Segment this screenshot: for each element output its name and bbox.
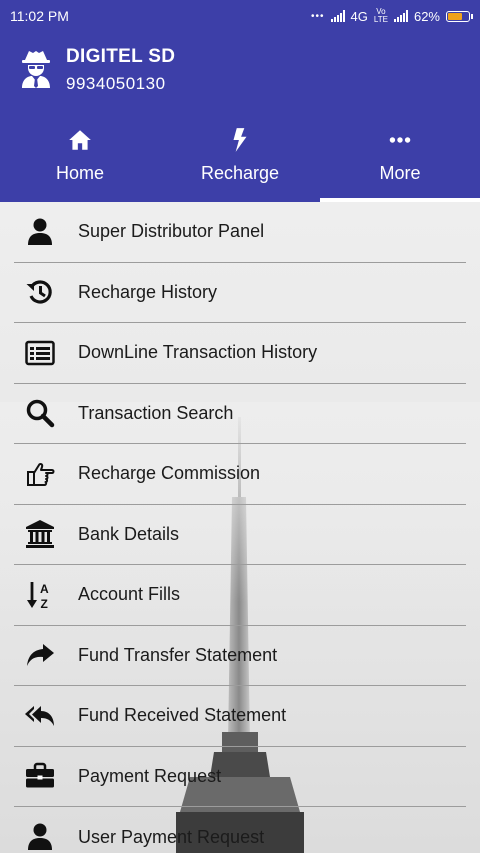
menu-item-label: Fund Received Statement [78, 705, 287, 726]
menu-item-bank-details[interactable]: Bank Details [14, 505, 466, 565]
menu-item-label: Payment Request [78, 765, 222, 786]
svg-text:A: A [40, 582, 49, 596]
search-icon [24, 397, 56, 429]
battery-percent: 62% [413, 8, 440, 24]
menu-item-recharge-commission[interactable]: Recharge Commission [14, 444, 466, 505]
list-alt-icon [24, 337, 56, 369]
signal-icon-2 [393, 10, 408, 22]
lightning-icon [233, 128, 247, 152]
tab-recharge-label: Recharge [200, 163, 280, 183]
tab-more[interactable]: More [320, 120, 480, 202]
battery-icon [446, 10, 473, 22]
bank-icon [24, 518, 56, 550]
menu-item-label: Recharge History [78, 281, 218, 302]
dots-icon: ••• [311, 10, 325, 22]
tab-home[interactable]: Home [0, 120, 160, 202]
menu-item-payment-request[interactable]: Payment Request [14, 747, 466, 807]
tab-home-label: Home [55, 163, 104, 183]
status-indicators: ••• 4G Vo LTE 62% [311, 7, 473, 24]
hand-point-right-icon [24, 458, 56, 490]
menu-item-label: User Payment Request [78, 826, 265, 847]
tab-bar: Home Recharge More [0, 120, 480, 202]
menu-item-label: Account Fills [78, 584, 181, 605]
profile-section: DIGITEL SD 9934050130 [20, 44, 175, 94]
user-icon [24, 216, 56, 248]
menu-item-label: Bank Details [78, 523, 180, 544]
menu-item-user-payment-request[interactable]: User Payment Request [14, 807, 466, 853]
spy-user-icon [22, 51, 50, 88]
share-arrow-icon [24, 639, 56, 671]
menu-item-downline-transaction-history[interactable]: DownLine Transaction History [14, 323, 466, 384]
status-bar: 11:02 PM ••• 4G Vo LTE 62% [0, 0, 480, 32]
profile-name: DIGITEL SD [66, 46, 176, 67]
menu-item-super-distributor-panel[interactable]: Super Distributor Panel [14, 202, 466, 263]
sort-alpha-icon: A Z [24, 579, 56, 611]
menu-item-fund-received-statement[interactable]: Fund Received Statement [14, 686, 466, 747]
status-time: 11:02 PM [10, 8, 69, 24]
app-header: DIGITEL SD 9934050130 Home Recharge More [0, 32, 480, 202]
briefcase-icon [24, 760, 56, 792]
menu-item-label: Recharge Commission [78, 463, 261, 484]
tab-recharge[interactable]: Recharge [160, 120, 320, 202]
menu-item-label: Transaction Search [78, 402, 234, 423]
tab-more-label: More [379, 163, 421, 183]
history-icon [24, 276, 56, 308]
menu-item-recharge-history[interactable]: Recharge History [14, 263, 466, 323]
menu-item-transaction-search[interactable]: Transaction Search [14, 384, 466, 444]
menu-item-account-fills[interactable]: A Z Account Fills [14, 565, 466, 626]
reply-all-icon [24, 700, 56, 732]
more-menu-panel[interactable]: Super Distributor Panel Recharge History [0, 202, 480, 853]
volte-icon: Vo LTE [373, 7, 388, 24]
user-icon [24, 821, 56, 853]
menu-item-fund-transfer-statement[interactable]: Fund Transfer Statement [14, 626, 466, 686]
menu-item-label: Fund Transfer Statement [78, 644, 278, 665]
profile-phone: 9934050130 [66, 74, 166, 93]
network-type: 4G [350, 8, 368, 24]
menu-list: Super Distributor Panel Recharge History [0, 202, 480, 853]
more-dots-icon [389, 137, 411, 143]
menu-item-label: DownLine Transaction History [78, 342, 318, 363]
svg-text:Z: Z [41, 597, 48, 610]
signal-icon [330, 10, 345, 22]
home-icon [69, 130, 91, 150]
menu-item-label: Super Distributor Panel [78, 221, 265, 242]
